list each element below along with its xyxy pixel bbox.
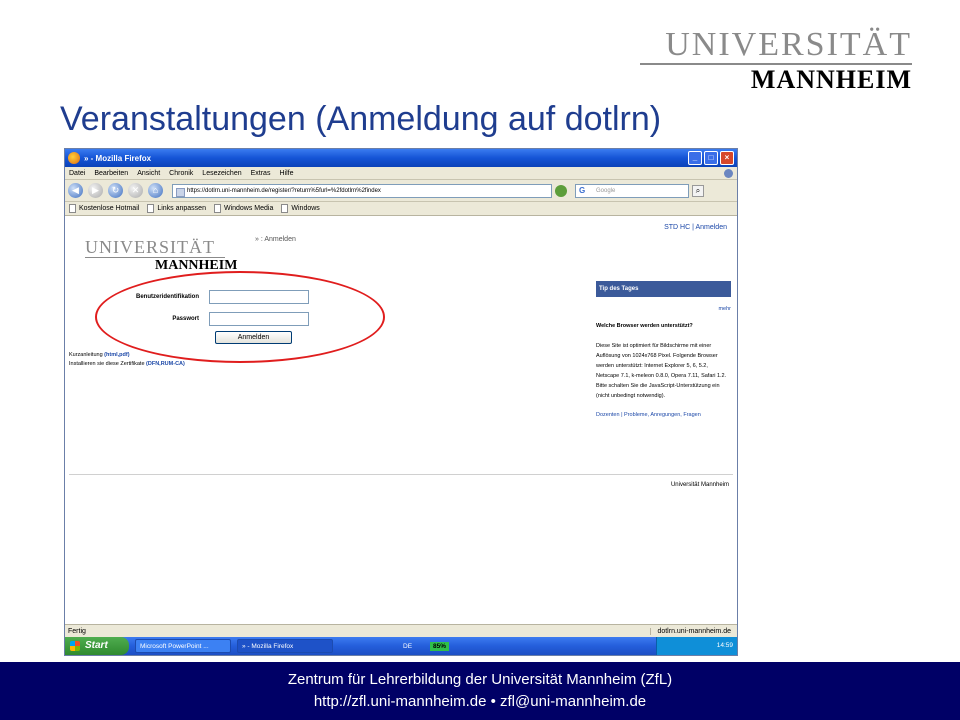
minimize-button[interactable]: _ [688, 151, 702, 165]
tip-panel: Tip des Tages mehr Welche Browser werden… [596, 281, 731, 420]
throbber-icon [724, 168, 733, 178]
menu-chronik[interactable]: Chronik [169, 170, 193, 177]
bookmark-label: Links anpassen [157, 205, 206, 212]
browser-screenshot: » - Mozilla Firefox _ □ × Datei Bearbeit… [64, 148, 738, 656]
password-input[interactable] [209, 312, 309, 326]
menu-bar: Datei Bearbeiten Ansicht Chronik Lesezei… [65, 167, 737, 180]
bookmark-label: Windows [291, 205, 320, 212]
home-icon[interactable]: ⌂ [148, 183, 163, 198]
firefox-icon [68, 152, 80, 164]
forward-arrow-icon[interactable]: ▶ [88, 183, 103, 198]
tip-text: Diese Site ist optimiert für Bildschirme… [596, 343, 727, 399]
bookmark-windows-media[interactable]: Windows Media [213, 204, 274, 213]
certificates-link[interactable]: (DFN,RUM-CA) [146, 361, 185, 367]
bookmarks-toolbar: Kostenlose Hotmail Links anpassen Window… [65, 202, 737, 216]
taskbar: Start Microsoft PowerPoint ... » - Mozil… [65, 637, 737, 655]
system-tray-clock[interactable]: 14:59 [655, 637, 737, 655]
back-arrow-icon[interactable]: ◀ [68, 183, 83, 198]
top-links[interactable]: STD HC | Anmelden [664, 224, 727, 231]
info-prefix: Kurzanleitung [69, 352, 103, 358]
reload-icon[interactable]: ↻ [108, 183, 123, 198]
go-icon[interactable] [555, 184, 567, 197]
window-titlebar: » - Mozilla Firefox _ □ × [65, 149, 737, 167]
bookmark-label: Windows Media [223, 205, 274, 212]
url-bar[interactable]: https://dotlrn.uni-mannheim.de/register/… [172, 183, 552, 198]
slide-title: Veranstaltungen (Anmeldung auf dotlrn) [60, 100, 662, 138]
password-label: Passwort [172, 316, 199, 322]
window-title: » - Mozilla Firefox [84, 153, 152, 163]
page-icon [213, 204, 221, 213]
info-prefix: Installieren sie diese Zertifikate [69, 361, 145, 367]
page-logo-line-1: UNIVERSITÄT [85, 237, 215, 257]
page-footer: Universität Mannheim [670, 482, 729, 488]
bookmark-label: Kostenlose Hotmail [79, 205, 140, 212]
divider [69, 474, 733, 475]
stop-icon[interactable]: ✕ [128, 183, 143, 198]
close-button[interactable]: × [720, 151, 734, 165]
task-powerpoint[interactable]: Microsoft PowerPoint ... [135, 639, 231, 653]
password-row: Passwort [121, 308, 309, 330]
search-icon[interactable]: ⌕ [692, 184, 704, 197]
user-row: Benutzeridentifikation [121, 286, 309, 308]
menu-lesezeichen[interactable]: Lesezeichen [202, 170, 241, 177]
breadcrumb: » : Anmelden [255, 236, 296, 243]
page-content: STD HC | Anmelden UNIVERSITÄT MANNHEIM »… [65, 216, 737, 621]
battery-indicator: 85% [430, 641, 450, 651]
logo-line-1: UNIVERSITÄT [665, 26, 912, 63]
menu-extras[interactable]: Extras [251, 170, 271, 177]
start-button[interactable]: Start [65, 637, 129, 655]
bookmark-windows[interactable]: Windows [281, 204, 320, 213]
user-id-input[interactable] [209, 290, 309, 304]
menu-bearbeiten[interactable]: Bearbeiten [94, 170, 128, 177]
tip-links[interactable]: Dozenten | Probleme, Anregungen, Fragen [596, 410, 731, 420]
language-indicator[interactable]: DE [403, 643, 412, 650]
menu-hilfe[interactable]: Hilfe [279, 170, 293, 177]
menu-datei[interactable]: Datei [69, 170, 85, 177]
login-form: Benutzeridentifikation Passwort [121, 286, 309, 330]
footer-band: Zentrum für Lehrerbildung der Universitä… [0, 662, 960, 720]
footer-line-1: Zentrum für Lehrerbildung der Universitä… [287, 671, 673, 688]
user-label: Benutzeridentifikation [135, 294, 199, 300]
status-bar: Fertig dotlrn.uni-mannheim.de [65, 624, 737, 637]
task-firefox[interactable]: » - Mozilla Firefox [237, 639, 333, 653]
status-host: dotlrn.uni-mannheim.de [650, 627, 737, 635]
university-logo: UNIVERSITÄT MANNHEIM [640, 28, 912, 93]
bookmark-links-anpassen[interactable]: Links anpassen [147, 204, 206, 213]
search-input[interactable]: Google [575, 183, 689, 198]
info-line-2: Installieren sie diese Zertifikate (DFN,… [69, 360, 185, 369]
page-icon [281, 204, 289, 213]
tip-question: Welche Browser werden unterstützt? [596, 323, 693, 329]
page-icon [147, 204, 155, 213]
page-icon [69, 204, 76, 213]
info-links: Kurzanleitung (html,pdf) Installieren si… [69, 351, 185, 369]
navigation-toolbar: ◀ ▶ ↻ ✕ ⌂ https://dotlrn.uni-mannheim.de… [65, 180, 737, 202]
maximize-button[interactable]: □ [704, 151, 718, 165]
tip-header: Tip des Tages [596, 281, 731, 297]
guide-link[interactable]: (html,pdf) [104, 352, 129, 358]
status-text: Fertig [68, 627, 86, 635]
page-logo: UNIVERSITÄT MANNHEIM [85, 238, 237, 273]
info-line-1: Kurzanleitung (html,pdf) [69, 351, 185, 360]
bookmark-hotmail[interactable]: Kostenlose Hotmail [69, 204, 139, 213]
footer-line-2: http://zfl.uni-mannheim.de • zfl@uni-man… [313, 693, 647, 710]
menu-ansicht[interactable]: Ansicht [137, 170, 160, 177]
more-link[interactable]: mehr [596, 304, 731, 314]
login-button[interactable]: Anmelden [215, 331, 292, 344]
logo-line-2: MANNHEIM [750, 65, 912, 94]
